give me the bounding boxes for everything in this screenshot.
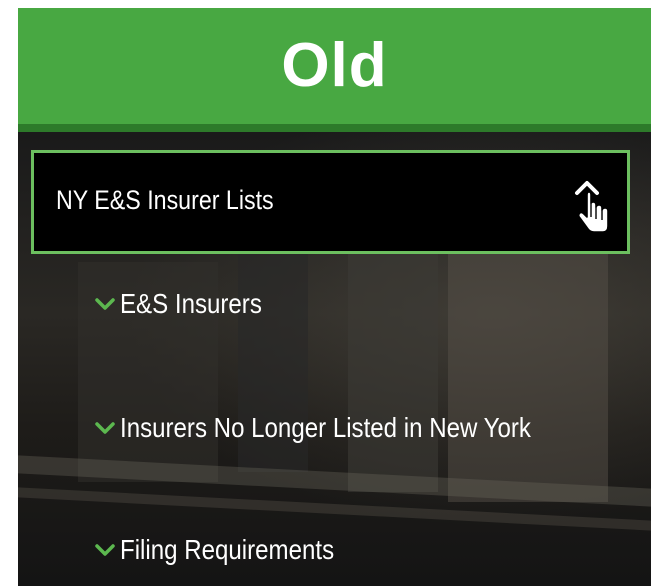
accordion-toggle[interactable] [573,177,613,237]
menu-panel: Old NY E&S Insurer Lists E&S Insurers In… [18,8,651,586]
accordion-label: NY E&S Insurer Lists [56,184,274,215]
chevron-down-icon [95,298,115,310]
submenu-item-insurers-no-longer-listed[interactable]: Insurers No Longer Listed in New York [94,412,598,444]
submenu-item-filing-requirements[interactable]: Filing Requirements [94,534,369,566]
accordion-header-ny-es-insurer-lists[interactable]: NY E&S Insurer Lists [31,150,630,254]
submenu-item-label: Filing Requirements [120,534,335,565]
hand-pointer-icon [577,191,609,233]
chevron-down-icon [95,544,115,556]
background-building [448,242,608,502]
old-banner: Old [18,8,651,132]
submenu-item-label: Insurers No Longer Listed in New York [120,412,531,443]
banner-title: Old [281,30,388,100]
submenu-item-label: E&S Insurers [120,288,262,319]
submenu-item-es-insurers[interactable]: E&S Insurers [94,288,285,320]
chevron-down-icon [95,422,115,434]
